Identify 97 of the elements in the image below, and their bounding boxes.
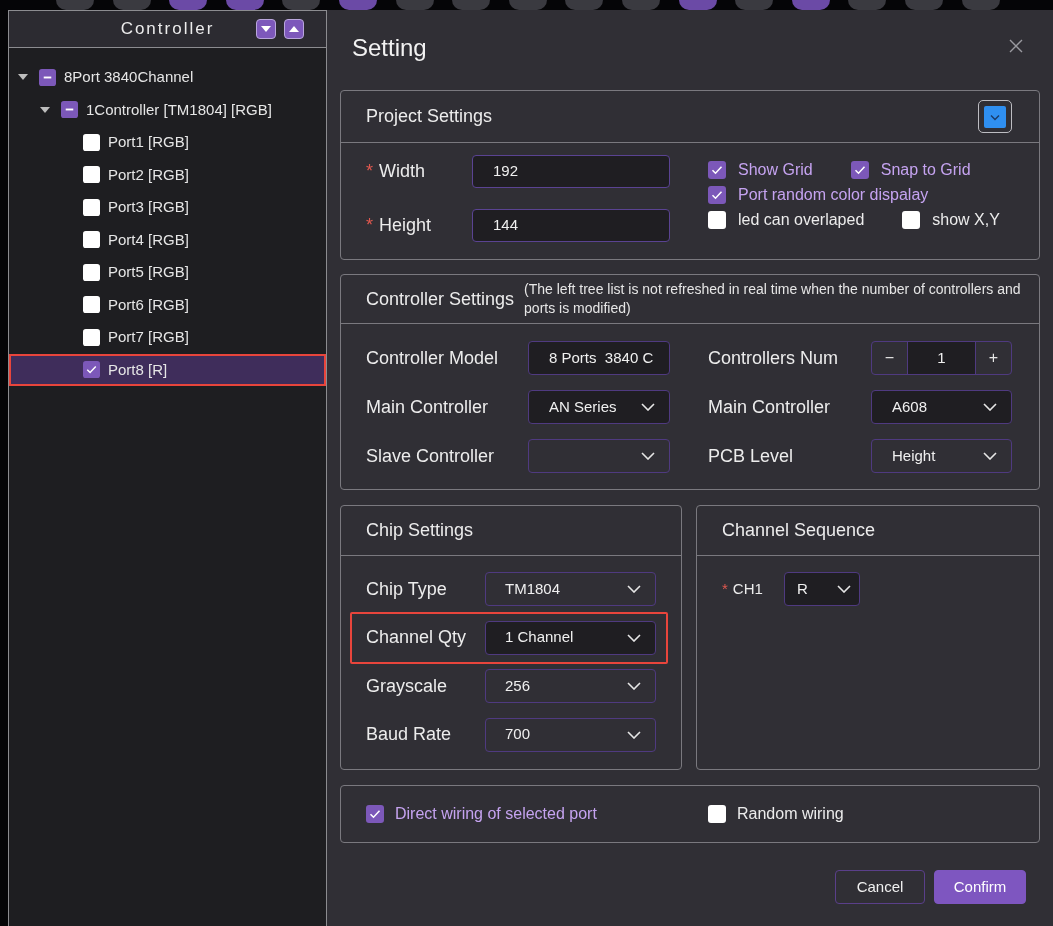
checkbox[interactable] [83,231,100,249]
field-label: Grayscale [366,674,448,698]
field-label: Controllers Num [708,346,839,370]
select-field[interactable]: 700 [485,717,656,752]
field-label: Channel Qty [366,626,467,649]
input-field[interactable]: 144 [472,209,670,242]
tree-item[interactable]: Port4 [RGB] [9,223,326,256]
checkbox[interactable] [61,101,78,119]
card-title: Controller Settings [366,287,515,311]
tree-item[interactable]: 8Port 3840Channel [9,61,326,94]
field-label: Slave Controller [366,444,495,468]
checkbox[interactable] [708,185,726,204]
required-mark: * [722,578,728,599]
chevron-down-icon [627,585,641,593]
card-title: Project Settings [366,105,493,128]
toolbar-button[interactable] [169,0,208,10]
option-label[interactable]: led can overlaped [738,207,865,232]
number-field[interactable]: 1 [908,342,975,374]
select-field[interactable]: TM1804 [485,572,656,606]
card-title: Chip Settings [366,519,474,542]
tree-item[interactable]: Port7 [RGB] [9,321,326,354]
input-field[interactable]: 192 [472,155,670,188]
cancel-button[interactable]: Cancel [835,870,925,904]
close-icon [1009,39,1023,53]
select-field[interactable]: 256 [485,669,656,703]
checkbox[interactable] [708,210,726,229]
field-label: Baud Rate [366,723,452,746]
option-label[interactable]: Port random color dispalay [738,182,929,207]
tree-item[interactable]: Port5 [RGB] [9,256,326,289]
tree-item[interactable]: Port8 [R] [9,353,326,386]
toolbar-button[interactable] [678,0,717,10]
select-field[interactable]: R [784,572,860,606]
select-field[interactable] [528,439,670,473]
field-label: Controller Model [366,346,499,370]
panel-title: Controller [120,18,215,41]
field-label: CH1 [732,578,763,599]
select-field[interactable]: 1 Channel [485,620,656,655]
field-label: Main Controller [708,395,831,419]
select-field[interactable]: AN Series [528,390,670,424]
option-label[interactable]: show X,Y [932,207,1000,232]
toolbar-button[interactable] [225,0,264,10]
checkbox[interactable] [83,263,100,281]
checkbox[interactable] [708,160,726,179]
collapse-button[interactable] [978,100,1012,133]
input-field[interactable]: 8 Ports 3840 C [528,341,670,375]
header-note: (The left tree list is not refreshed in real time when the number of controllers and ports is modified) [524,280,1022,318]
up-button[interactable] [284,19,304,39]
checkbox[interactable] [83,198,100,216]
toolbar-button[interactable] [338,0,377,10]
required-mark: * [366,160,373,183]
checkbox[interactable] [39,68,56,86]
select-field[interactable]: Height [871,439,1012,473]
chevron-down-icon [983,452,997,460]
increment-button[interactable]: + [975,342,1011,374]
checkbox[interactable] [83,296,100,314]
field-label: Chip Type [366,577,447,601]
tree-item[interactable]: Port2 [RGB] [9,158,326,191]
confirm-button[interactable]: Confirm [934,870,1026,904]
tree-item[interactable]: Port3 [RGB] [9,191,326,224]
checkbox[interactable] [83,361,100,379]
select-field[interactable]: A608 [871,390,1012,424]
chevron-down-icon [627,682,641,690]
option-label[interactable]: Snap to Grid [880,157,971,182]
field-label: PCB Level [708,444,794,468]
triangle-down-icon [261,26,271,32]
chevron-down-icon [627,633,641,642]
checkbox[interactable] [708,805,726,823]
checkbox[interactable] [366,805,384,823]
tree-item[interactable]: Port1 [RGB] [9,126,326,159]
chevron-down-icon [983,403,997,411]
field-label: Width [379,160,426,183]
chevron-down-icon [984,105,1006,128]
chevron-down-icon [837,585,851,593]
down-button[interactable] [256,19,276,39]
card-title: Channel Sequence [722,519,876,542]
triangle-up-icon [289,26,299,32]
caret-down-icon[interactable] [18,74,28,81]
required-mark: * [366,214,373,237]
toolbar-button[interactable] [791,0,830,10]
option-label[interactable]: Direct wiring of selected port [395,802,597,826]
checkbox[interactable] [83,328,100,346]
checkbox[interactable] [83,133,100,151]
chevron-down-icon [627,730,641,739]
checkbox[interactable] [83,166,100,184]
chevron-down-icon [641,452,655,460]
caret-down-icon[interactable] [40,106,50,113]
option-label[interactable]: Show Grid [738,157,813,182]
close-button[interactable] [1008,38,1024,54]
checkbox[interactable] [850,160,869,179]
dialog-title: Setting [351,33,427,63]
tree-item[interactable]: 1Controller [TM1804] [RGB] [9,93,326,126]
tree-item[interactable]: Port6 [RGB] [9,288,326,321]
checkbox[interactable] [902,210,921,229]
chevron-down-icon [641,403,655,411]
field-label: Height [379,214,432,237]
option-label[interactable]: Random wiring [737,802,844,826]
field-label: Main Controller [366,395,489,419]
